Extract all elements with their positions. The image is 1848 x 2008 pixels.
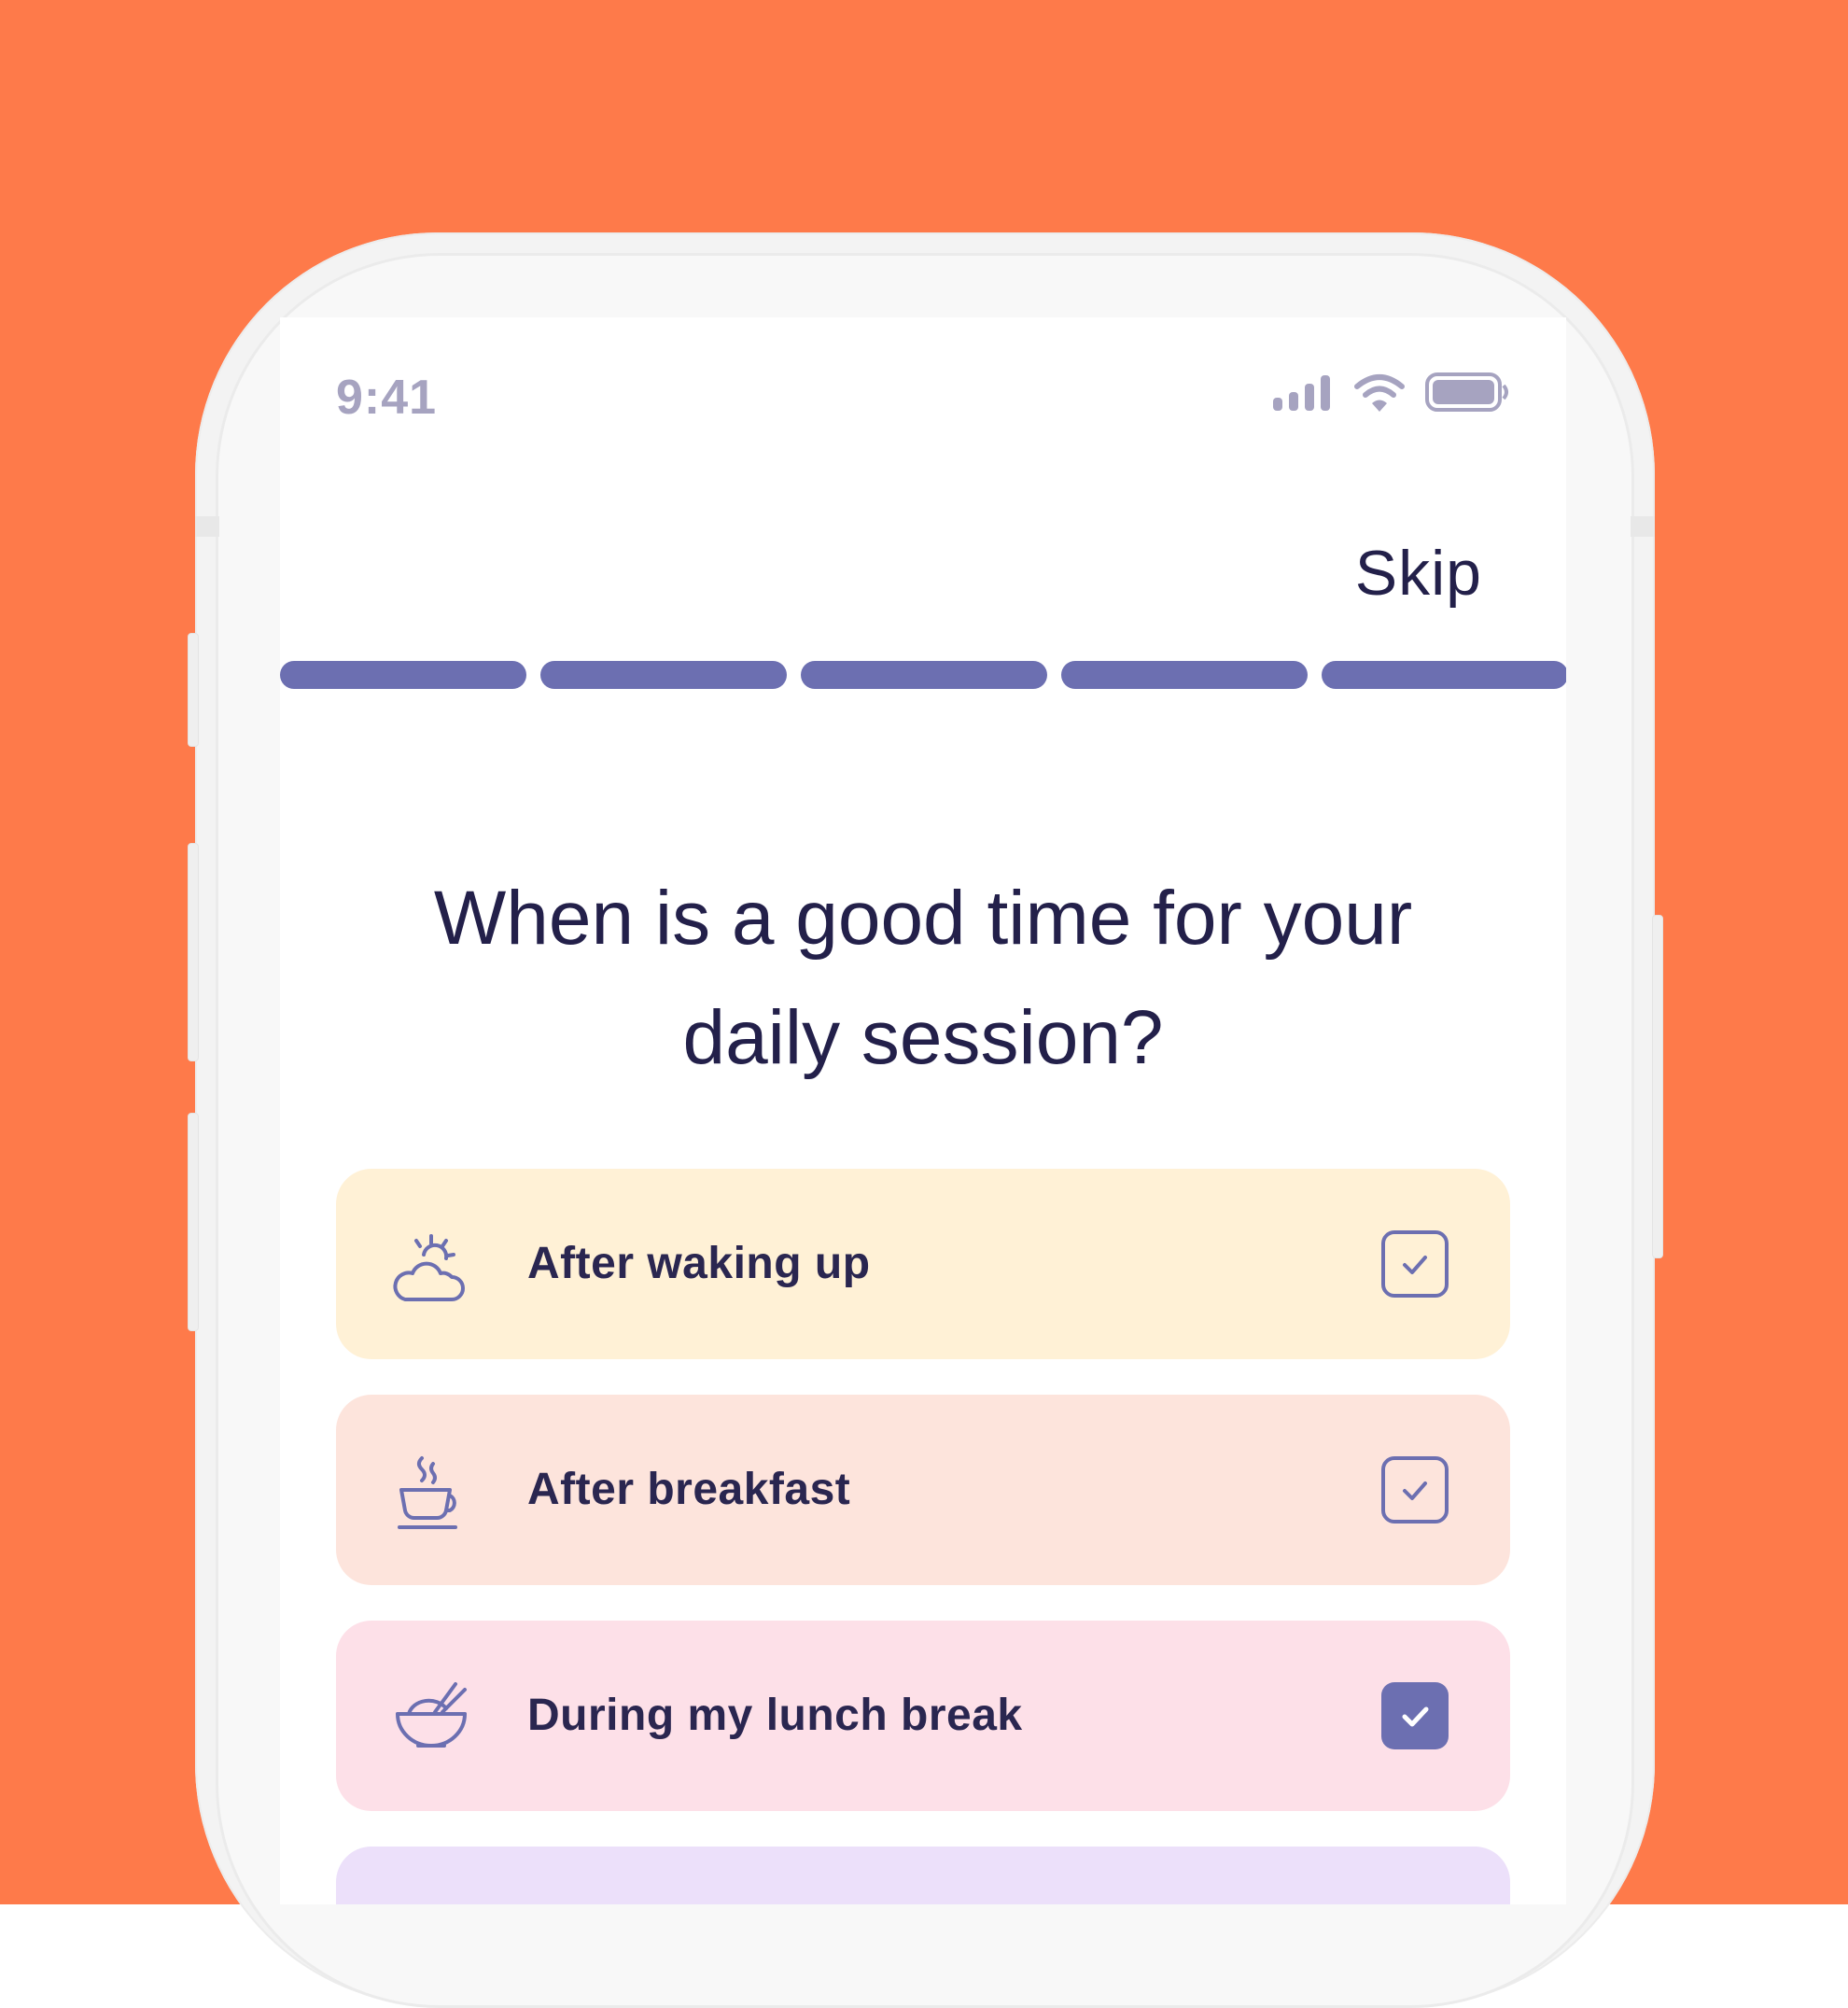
option-partially-visible[interactable] <box>336 1847 1510 1904</box>
wifi-icon <box>1354 374 1405 412</box>
option-label: During my lunch break <box>527 1691 1023 1740</box>
bowl-chopsticks-icon <box>396 1682 467 1748</box>
option-label: After waking up <box>527 1239 871 1288</box>
checkmark-icon <box>1403 1256 1427 1274</box>
battery-icon <box>1425 372 1508 412</box>
app-screen: 9:41 Skip When is a good time for your d… <box>280 317 1566 1904</box>
signal-icon <box>1273 375 1330 411</box>
silent-switch <box>188 633 199 747</box>
progress-segment-3 <box>801 661 1047 689</box>
checkmark-icon <box>1403 1481 1427 1500</box>
option-checkbox[interactable] <box>1381 1456 1449 1524</box>
volume-down-button <box>188 1113 199 1331</box>
checkmark-icon <box>1402 1706 1429 1727</box>
progress-segment-4 <box>1061 661 1308 689</box>
option-during-lunch-break[interactable]: During my lunch break <box>336 1621 1510 1811</box>
skip-button[interactable]: Skip <box>1355 537 1482 610</box>
page-title: When is a good time for your daily sessi… <box>317 859 1529 1098</box>
option-after-breakfast[interactable]: After breakfast <box>336 1395 1510 1585</box>
antenna-band-right <box>1631 516 1655 537</box>
progress-segment-1 <box>280 661 526 689</box>
status-icons <box>1273 372 1510 413</box>
progress-segment-2 <box>540 661 787 689</box>
power-button <box>1652 915 1663 1258</box>
sunrise-cloud-icon <box>393 1234 465 1301</box>
antenna-band-left <box>195 516 219 537</box>
progress-segment-5 <box>1322 661 1566 689</box>
question-line-1: When is a good time for your <box>433 876 1413 961</box>
question-line-2: daily session? <box>682 995 1164 1080</box>
option-checkbox[interactable] <box>1381 1682 1449 1749</box>
coffee-cup-icon <box>398 1456 457 1529</box>
option-after-waking-up[interactable]: After waking up <box>336 1169 1510 1359</box>
option-checkbox[interactable] <box>1381 1230 1449 1298</box>
progress-bar <box>280 661 1566 689</box>
volume-up-button <box>188 843 199 1061</box>
status-time: 9:41 <box>336 371 438 425</box>
option-label: After breakfast <box>527 1465 851 1514</box>
